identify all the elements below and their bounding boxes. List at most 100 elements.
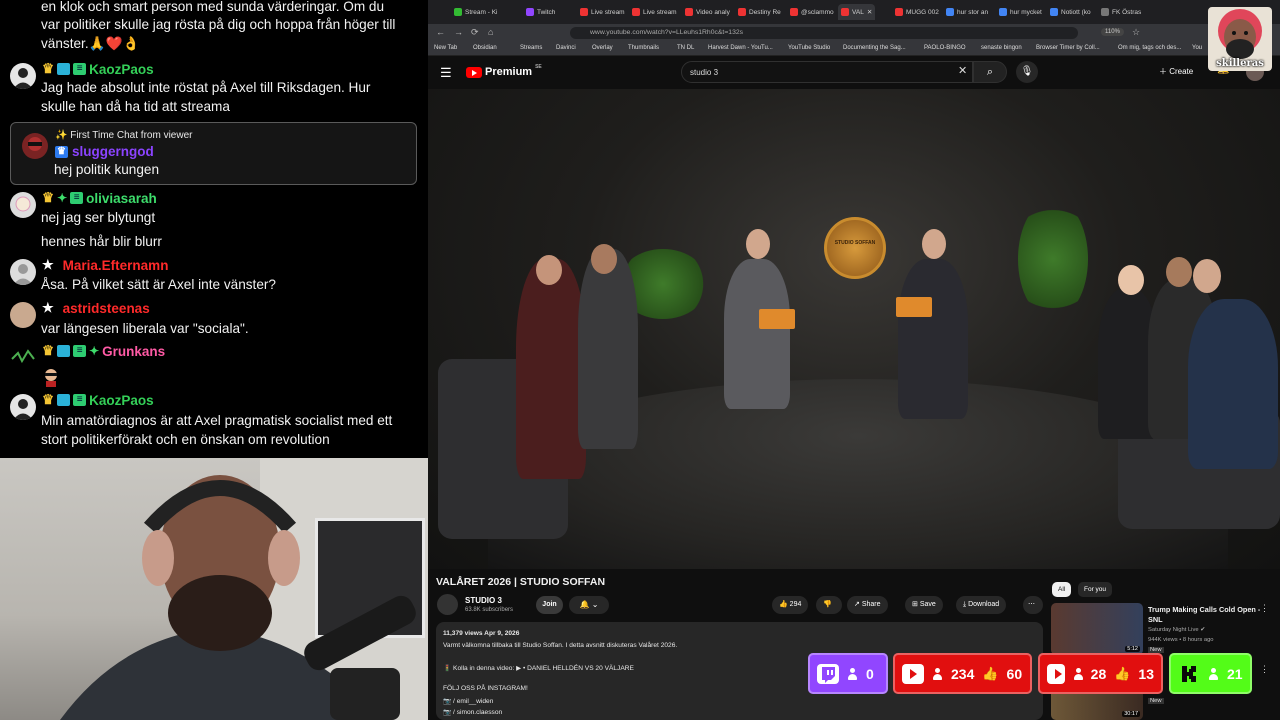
instagram-link[interactable]: 📷 / emil__widen (443, 697, 493, 705)
tab-favicon-icon (632, 8, 640, 16)
tab-favicon-icon (790, 8, 798, 16)
browser-tab[interactable]: Video analy (685, 4, 730, 20)
subscribe-bell-button[interactable]: 🔔 ⌄ (569, 596, 609, 614)
channel-avatar[interactable] (437, 594, 458, 615)
webcam-feed (0, 458, 428, 720)
bookmark-item[interactable]: TN DL (677, 45, 694, 51)
more-options-icon[interactable]: ⋮ (1260, 603, 1269, 614)
instagram-link[interactable]: 📷 / simon.claesson (443, 708, 502, 716)
browser-tab[interactable]: Live stream (580, 4, 625, 20)
dislike-button[interactable]: 👎 (816, 596, 842, 614)
browser-tab[interactable]: MUGG 002 (895, 4, 939, 20)
chat-username-line[interactable]: ♛ ≡ KaozPaos (42, 392, 154, 408)
zoom-indicator[interactable]: 110% (1101, 28, 1124, 36)
youtube-icon (1047, 663, 1066, 684)
bookmark-item[interactable]: Harvest Dawn - YouTu... (708, 45, 773, 51)
browser-tab[interactable]: Stream - Ki (454, 4, 498, 20)
download-button[interactable]: ⤓ Download (956, 596, 1007, 614)
search-button[interactable]: ⌕ (973, 61, 1007, 83)
video-thumbnail[interactable]: 5:12 (1051, 603, 1143, 655)
chat-message: en klok och smart person med sunda värde… (10, 0, 422, 53)
browser-tab[interactable]: hur mycket (999, 4, 1042, 20)
chat-username-line[interactable]: ★ Maria.Efternamn (42, 257, 168, 273)
bookmark-item[interactable]: Om mig, tags och des... (1118, 45, 1181, 51)
join-button[interactable]: Join (536, 596, 563, 614)
chat-message-text: Åsa. På vilket sätt är Axel inte vänster… (41, 277, 276, 292)
view-count-date: 11,379 views Apr 9, 2026 (443, 630, 520, 637)
chat-username-line[interactable]: ♛ ≡ KaozPaos (42, 61, 154, 77)
browser-tab[interactable]: Live stream (632, 4, 677, 20)
clear-search-icon[interactable]: ✕ (958, 64, 967, 77)
person (898, 259, 968, 419)
bookmark-item[interactable]: Thumbnails (628, 45, 659, 51)
chat-username-line[interactable]: ♛ ≡ ✦ Grunkans (42, 343, 165, 359)
youtube-logo[interactable]: Premium SE (466, 64, 542, 78)
recommended-channel[interactable]: Saturday Night Live ✔ (1148, 627, 1205, 633)
chat-message-text: nej jag ser blytungt (41, 210, 156, 225)
bookmark-item[interactable]: You (1192, 45, 1202, 51)
bookmark-item[interactable]: Browser Timer by Coll... (1036, 45, 1100, 51)
hamburger-menu-icon[interactable]: ☰ (440, 65, 452, 81)
chat-username-line[interactable]: ♛ sluggerngod (55, 144, 154, 159)
browser-tab[interactable]: FK Östras (1101, 4, 1141, 20)
reload-icon[interactable]: ⟳ (471, 27, 479, 38)
bookmark-item[interactable]: Davinci (556, 45, 576, 51)
more-options-icon[interactable]: ⋮ (1260, 664, 1269, 675)
avatar (10, 345, 36, 371)
close-tab-icon[interactable]: ✕ (867, 8, 872, 16)
orange-folder (896, 297, 932, 317)
video-player[interactable]: STUDIO SOFFAN (428, 89, 1280, 569)
bookmark-item[interactable]: YouTube Studio (788, 45, 830, 51)
recommended-video[interactable]: 5:12 Trump Making Calls Cold Open - SNL … (1051, 603, 1271, 655)
browser-tab[interactable]: @sclammo (790, 4, 834, 20)
avatar (10, 302, 36, 328)
chat-username[interactable]: KaozPaos (89, 393, 154, 408)
create-button[interactable]: ＋ Create (1159, 66, 1193, 77)
bell-icon: 🔔 (579, 600, 590, 609)
home-icon[interactable]: ⌂ (488, 27, 493, 37)
bookmark-item[interactable]: Obsidian (473, 45, 497, 51)
chat-username[interactable]: KaozPaos (89, 62, 154, 77)
face (591, 244, 617, 274)
channel-name[interactable]: STUDIO 3 (465, 596, 502, 605)
chat-username[interactable]: Maria.Efternamn (63, 258, 169, 273)
recommended-video-title[interactable]: Trump Making Calls Cold Open - SNL (1148, 605, 1263, 625)
search-input[interactable]: studio 3 (681, 61, 973, 83)
chat-username-line[interactable]: ★ astridsteenas (42, 300, 150, 316)
microphone-icon[interactable]: 🎙 (1016, 61, 1038, 83)
more-actions-icon[interactable]: ⋯ (1023, 596, 1043, 614)
thumbs-down-icon: 👎 (823, 601, 832, 608)
browser-tab[interactable]: Destiny Re (738, 4, 781, 20)
back-icon[interactable]: ← (436, 27, 445, 37)
browser-tab[interactable]: hur stor an (946, 4, 988, 20)
bookmark-item[interactable]: PAOLO-BINGO (924, 45, 966, 51)
share-button[interactable]: ↗ Share (847, 596, 888, 614)
bookmark-item[interactable]: senaste bingon (981, 45, 1022, 51)
description-link[interactable]: 🚦 Kolla in denna video: ▶ • DANIEL HELLD… (443, 664, 634, 672)
bookmark-item[interactable]: Documenting the Sag... (843, 45, 906, 51)
chip-all[interactable]: All (1052, 582, 1072, 597)
browser-tab[interactable]: Notiott (ko (1050, 4, 1091, 20)
browser-tab-active[interactable]: VAL ✕ (838, 4, 876, 20)
browser-tab[interactable]: Twitch (526, 4, 555, 20)
plant (1018, 199, 1088, 319)
tab-favicon-icon (580, 8, 588, 16)
chat-username[interactable]: oliviasarah (86, 191, 157, 206)
bookmark-item[interactable]: Streams (520, 45, 542, 51)
forward-icon[interactable]: → (454, 27, 463, 37)
address-bar[interactable]: www.youtube.com/watch?v=LLeuhs1Rh0c&t=13… (570, 27, 1078, 39)
bookmark-item[interactable]: New Tab (434, 45, 457, 51)
chat-username[interactable]: astridsteenas (63, 301, 150, 316)
chip-for-you[interactable]: For you (1078, 582, 1113, 597)
bookmark-star-icon[interactable]: ☆ (1132, 27, 1140, 38)
like-count: 13 (1138, 665, 1154, 682)
plus-icon: ＋ (1159, 67, 1167, 76)
save-button[interactable]: ⊞ Save (905, 596, 943, 614)
chat-username-line[interactable]: ♛ ✦ ≡ oliviasarah (42, 190, 157, 206)
like-button[interactable]: 👍 294 (772, 596, 809, 614)
tab-favicon-icon (841, 8, 849, 16)
chat-username[interactable]: sluggerngod (72, 144, 154, 159)
chat-username[interactable]: Grunkans (102, 344, 165, 359)
bookmark-item[interactable]: Overlay (592, 45, 613, 51)
viewer-icon (932, 667, 943, 680)
